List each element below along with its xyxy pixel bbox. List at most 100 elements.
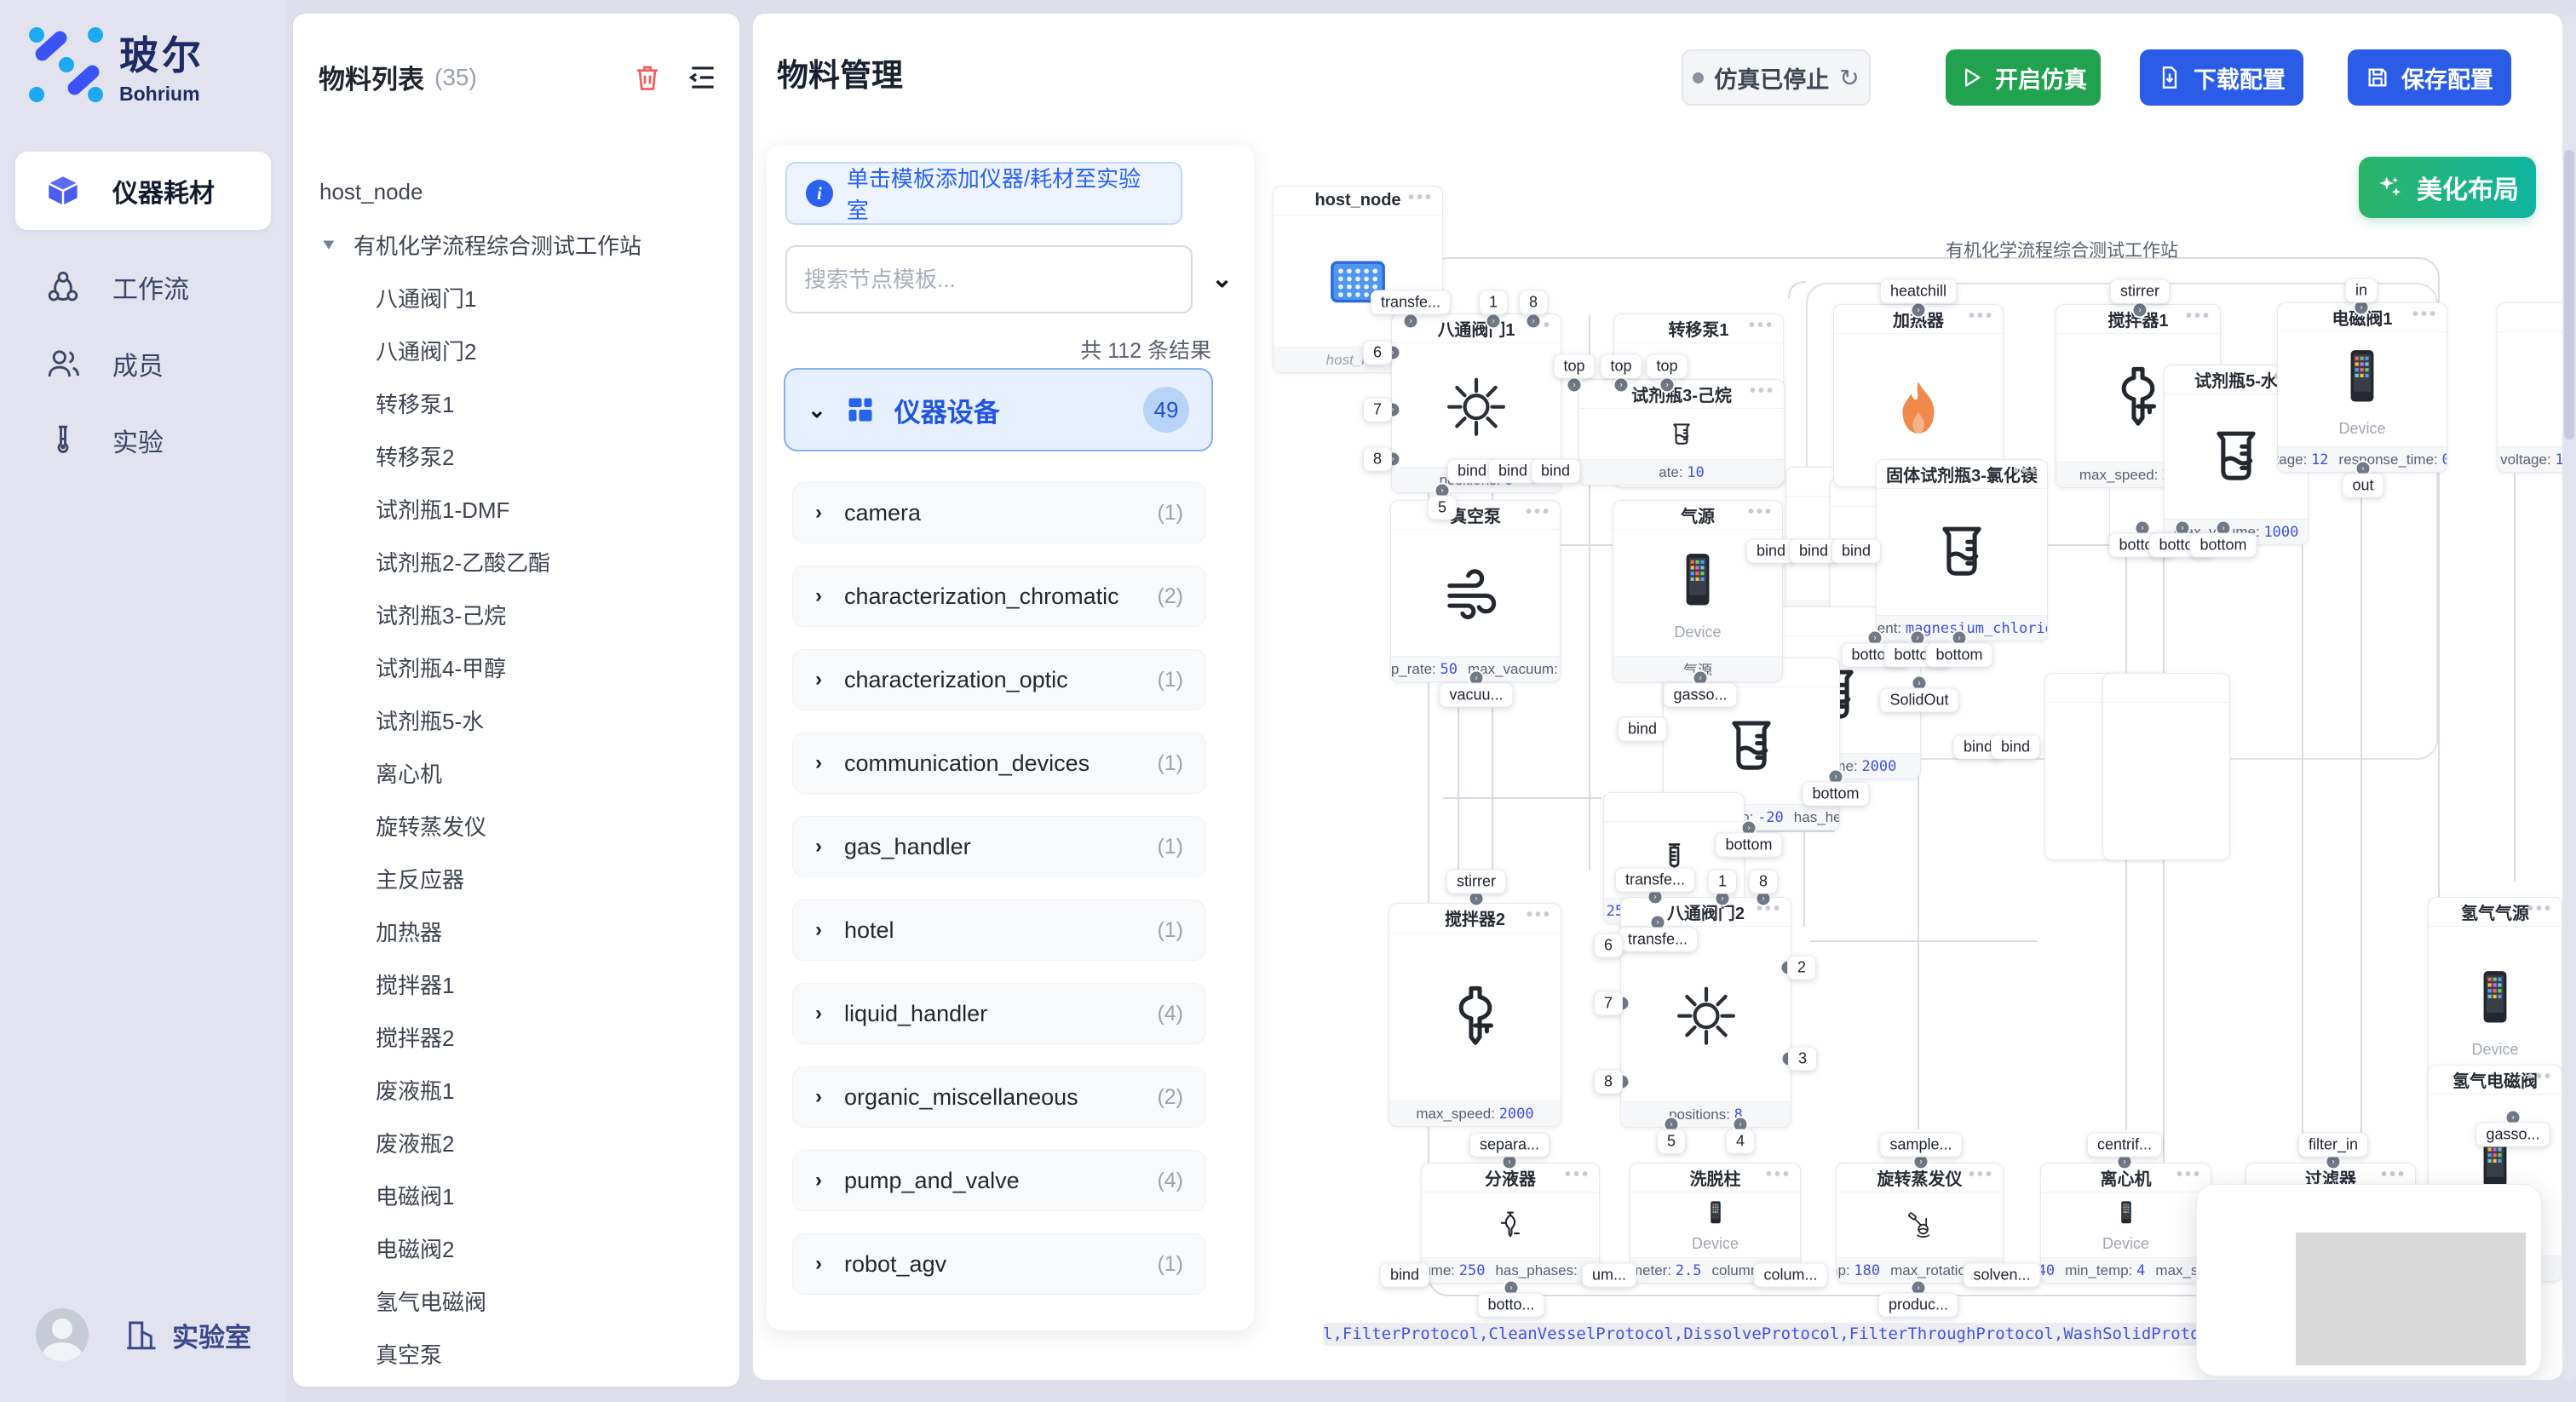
canvas-node-真空泵[interactable]: 真空泵•••pump_rate: 50max_vacuum: 0.1 (1390, 500, 1561, 682)
trash-icon[interactable] (632, 62, 663, 93)
port-dot-icon[interactable]: › (1716, 893, 1729, 905)
node-menu-icon[interactable]: ••• (1565, 1165, 1590, 1185)
port-label[interactable]: top (1553, 354, 1595, 379)
port-label[interactable]: 3 (1788, 1047, 1817, 1072)
canvas-node-气源[interactable]: 气源•••Device气源 (1613, 500, 1783, 682)
port-label[interactable]: 8 (1749, 870, 1778, 894)
canvas-node-试剂瓶3-己烷[interactable]: 试剂瓶3-己烷•••ate: 10 (1578, 379, 1785, 486)
template-category-camera[interactable]: ›camera(1) (792, 482, 1206, 543)
tree-item[interactable]: 试剂瓶3-己烷 (293, 588, 739, 641)
template-category-communication_devices[interactable]: ›communication_devices(1) (792, 733, 1206, 794)
canvas-node-电磁阀1[interactable]: 电磁阀1•••Devicevoltage: 12response_time: 0… (2277, 302, 2447, 473)
tree-item[interactable]: 离心机 (293, 746, 739, 799)
tree-item[interactable]: 试剂瓶4-甲醇 (293, 641, 739, 693)
tree-item-workstation[interactable]: ▼ 有机化学流程综合测试工作站 (293, 218, 739, 271)
scrollbar-thumb[interactable] (2564, 150, 2574, 440)
canvas-node-搅拌器2[interactable]: 搅拌器2•••max_speed: 2000 (1389, 903, 1561, 1127)
port-dot-icon[interactable]: › (1649, 891, 1662, 904)
tree-item[interactable]: 电磁阀1 (293, 1169, 739, 1221)
tree-item[interactable]: 真空泵 (293, 1327, 739, 1378)
category-group-instruments[interactable]: ⌄ 仪器设备 49 (784, 368, 1213, 451)
port-label[interactable]: top (1646, 354, 1688, 379)
node-menu-icon[interactable]: ••• (2412, 305, 2438, 325)
port-label[interactable]: sample... (1879, 1133, 1962, 1158)
tree-item[interactable]: 试剂瓶5-水 (293, 693, 739, 746)
node-menu-icon[interactable]: ••• (2381, 1165, 2406, 1185)
port-label[interactable]: bind (1531, 459, 1580, 484)
port-dot-icon[interactable]: › (2119, 1156, 2131, 1169)
port-label[interactable]: 5 (1657, 1129, 1686, 1154)
node-menu-icon[interactable]: ••• (2176, 1165, 2202, 1185)
port-dot-icon[interactable]: › (2134, 304, 2147, 317)
port-label[interactable]: bottom (2189, 533, 2257, 558)
port-dot-icon[interactable]: › (1527, 315, 1540, 328)
template-category-characterization_chromatic[interactable]: ›characterization_chromatic(2) (792, 566, 1206, 627)
canvas-node[interactable] (2102, 673, 2230, 860)
node-menu-icon[interactable]: ••• (1527, 905, 1552, 925)
port-dot-icon[interactable]: › (1487, 315, 1500, 328)
port-label[interactable]: gasso... (1663, 683, 1737, 708)
port-label[interactable]: solven... (1963, 1263, 2040, 1288)
canvas-node[interactable]: voltage: 12 (2497, 302, 2562, 473)
node-menu-icon[interactable]: ••• (2186, 307, 2211, 326)
port-label[interactable]: colum... (1753, 1263, 1827, 1288)
node-menu-icon[interactable]: ••• (1969, 307, 1994, 326)
tree-item[interactable]: 试剂瓶1-DMF (293, 482, 739, 535)
port-label[interactable]: bind (1991, 735, 2040, 760)
port-label[interactable]: 2 (1787, 956, 1816, 980)
port-dot-icon[interactable]: › (1757, 893, 1770, 905)
template-category-gas_handler[interactable]: ›gas_handler(1) (792, 816, 1206, 877)
port-dot-icon[interactable]: › (1912, 304, 1925, 317)
node-menu-icon[interactable]: ••• (1749, 316, 1774, 336)
port-label[interactable]: stirrer (2110, 279, 2170, 304)
port-dot-icon[interactable]: › (1568, 379, 1581, 392)
collapse-search-chevron-icon[interactable]: ⌄ (1211, 264, 1233, 294)
sidebar-item-workflow[interactable]: 工作流 (15, 256, 271, 319)
chevron-down-icon[interactable]: ▼ (319, 236, 342, 254)
port-label[interactable]: transfe... (1618, 928, 1698, 952)
tree-item[interactable]: 试剂瓶2-乙酸乙酯 (293, 535, 739, 588)
tree-item[interactable]: 加热器 (293, 905, 739, 957)
port-label[interactable]: filter_in (2298, 1133, 2368, 1158)
tree-item[interactable]: 主反应器 (293, 852, 739, 905)
port-label[interactable]: bottom (1925, 643, 1992, 668)
port-label[interactable]: 6 (1594, 934, 1623, 958)
tree-item[interactable]: 旋转蒸发仪 (293, 799, 739, 852)
node-menu-icon[interactable]: ••• (1750, 382, 1775, 401)
node-menu-icon[interactable]: ••• (1969, 1165, 1994, 1185)
port-label[interactable]: heatchill (1880, 279, 1957, 304)
port-label[interactable]: in (2345, 279, 2378, 303)
node-menu-icon[interactable]: ••• (2527, 1067, 2553, 1087)
port-label[interactable]: gasso... (2475, 1123, 2550, 1147)
node-menu-icon[interactable]: ••• (1526, 503, 1551, 522)
tree-item[interactable]: 氢气电磁阀 (293, 1274, 739, 1327)
canvas-node-固体试剂瓶3-氯化镁[interactable]: 固体试剂瓶3-氯化镁•••agent: magnesium_chloride (1876, 459, 2048, 641)
tree-item[interactable]: 搅拌器2 (293, 1010, 739, 1063)
tree-item[interactable]: 八通阀门2 (293, 324, 739, 376)
collapse-panel-icon[interactable] (687, 61, 719, 94)
port-label[interactable]: 4 (1726, 1129, 1755, 1154)
sidebar-item-experiments[interactable]: 实验 (15, 409, 271, 472)
port-label[interactable]: produc... (1878, 1293, 1958, 1318)
port-label[interactable]: 6 (1363, 341, 1392, 365)
node-menu-icon[interactable]: ••• (1766, 1165, 1791, 1185)
user-avatar[interactable] (36, 1308, 89, 1361)
beautify-layout-button[interactable]: 美化布局 (2359, 157, 2536, 218)
port-label[interactable]: stirrer (1446, 870, 1506, 894)
port-label[interactable]: transfe... (1371, 290, 1451, 315)
template-category-hotel[interactable]: ›hotel(1) (792, 899, 1206, 961)
port-dot-icon[interactable]: › (1470, 893, 1483, 905)
template-category-liquid_handler[interactable]: ›liquid_handler(4) (792, 983, 1206, 1044)
template-search-input[interactable] (785, 245, 1193, 313)
node-menu-icon[interactable]: ••• (1748, 503, 1774, 522)
template-category-organic_miscellaneous[interactable]: ›organic_miscellaneous(2) (792, 1066, 1206, 1128)
vertical-scrollbar[interactable] (2562, 14, 2576, 1380)
canvas-node-离心机[interactable]: 离心机•••Device40min_temp: 4max_spe (2040, 1163, 2211, 1284)
tree-item[interactable]: 电磁阀2 (293, 1221, 739, 1274)
port-label[interactable]: 1 (1479, 290, 1508, 315)
port-label[interactable]: SolidOut (1879, 688, 1958, 713)
port-dot-icon[interactable]: › (1405, 315, 1417, 328)
template-category-robot_agv[interactable]: ›robot_agv(1) (792, 1233, 1206, 1295)
tree-item[interactable]: 转移泵2 (293, 429, 739, 482)
tree-item[interactable]: 转移泵1 (293, 376, 739, 429)
